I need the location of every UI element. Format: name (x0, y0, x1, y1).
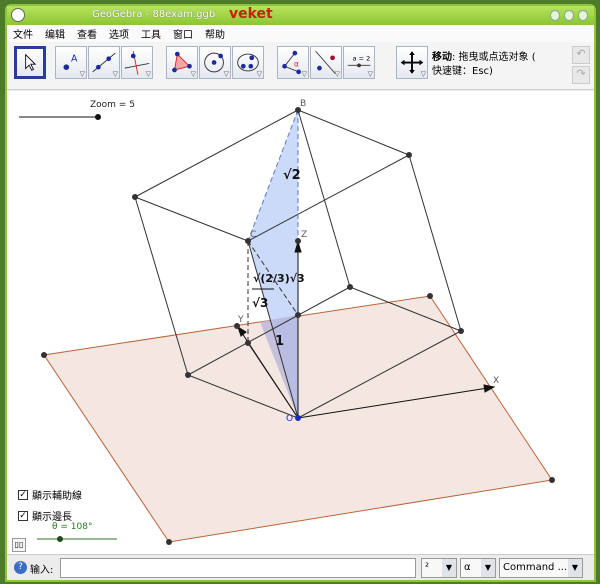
point-label-o: O (286, 414, 293, 424)
line-tool-button[interactable]: ▽ (88, 46, 120, 79)
watermark: veket (229, 6, 273, 22)
menu-window[interactable]: 窗口 (173, 26, 193, 41)
theta-slider-handle[interactable] (57, 536, 63, 542)
point-label-x: X (493, 376, 499, 386)
length-one: 1 (275, 334, 284, 349)
checkbox-label: 顯示邊長 (32, 512, 72, 523)
geometry-drawing[interactable]: B C Z Y X O √2 √(2/3)√3 √3 1 Zoom = 5 θ … (7, 91, 594, 554)
zoom-slider-handle[interactable] (95, 114, 101, 120)
input-label: 输入: (30, 565, 54, 576)
slider-tool-button[interactable]: a = 2 ▽ (343, 46, 375, 79)
input-bar: ? 输入: ² ▼ α ▼ Command ... ▼ (7, 554, 594, 580)
point-label-y: Y (237, 315, 244, 325)
menu-file[interactable]: 文件 (13, 26, 33, 41)
geogebra-window: GeoGebra - 88exam.ggb veket 文件 编辑 查看 选项 … (5, 4, 596, 582)
help-icon[interactable]: ? (14, 561, 27, 574)
point-label-c: C (250, 230, 256, 240)
superscript-dropdown[interactable]: ² ▼ (421, 558, 457, 578)
checkbox-show-lengths[interactable]: ✓ 顯示邊長 (18, 508, 72, 523)
point-label-b: B (300, 99, 306, 109)
command-value: Command ... (503, 562, 568, 573)
menu-options[interactable]: 选项 (109, 26, 129, 41)
move-view-tool-button[interactable]: ▽ (396, 46, 428, 79)
chevron-down-icon[interactable]: ▼ (568, 559, 582, 577)
chevron-down-icon[interactable]: ▼ (481, 559, 495, 577)
menu-bar: 文件 编辑 查看 选项 工具 窗口 帮助 (7, 25, 594, 42)
circle-tool-button[interactable]: ▽ (199, 46, 231, 79)
length-co-numerator: √(2/3)√3 (253, 272, 305, 285)
tool-help-text: : 拖曳或点选对象 ( (452, 52, 536, 63)
toolbar: A ▽ ▽ ▽ ▽ ▽ ▽ α ▽ ▽ a = 2 ▽ ▽ 移动: 拖曳或点选对象 (… (7, 42, 594, 90)
zoom-slider-label: Zoom = 5 (90, 100, 135, 110)
tool-help-title: 移动 (432, 52, 452, 63)
command-input[interactable] (60, 558, 416, 578)
length-co-denominator: √3 (252, 296, 268, 310)
arrow-cursor-icon (25, 53, 37, 71)
minimize-button[interactable] (550, 10, 560, 21)
window-title: GeoGebra - 88exam.ggb (92, 9, 216, 20)
move-tool-button[interactable] (14, 46, 46, 79)
checkbox-icon[interactable]: ✓ (18, 510, 28, 521)
greek-value: α (464, 562, 471, 573)
menu-edit[interactable]: 编辑 (45, 26, 65, 41)
menu-view[interactable]: 查看 (77, 26, 97, 41)
conic-tool-button[interactable]: ▽ (232, 46, 264, 79)
checkbox-icon[interactable]: ✓ (18, 489, 28, 500)
point-tool-button[interactable]: A ▽ (55, 46, 87, 79)
point-label-z: Z (301, 230, 307, 240)
reflect-tool-button[interactable]: ▽ (310, 46, 342, 79)
redo-button[interactable]: ↷ (572, 66, 590, 84)
theta-slider-label: θ = 108° (52, 522, 92, 532)
superscript-value: ² (425, 562, 430, 573)
pause-animation-button[interactable]: ▯▯ (12, 538, 26, 552)
polygon-tool-button[interactable]: ▽ (166, 46, 198, 79)
checkbox-label: 顯示輔助線 (32, 491, 82, 502)
graphics-view[interactable]: B C Z Y X O √2 √(2/3)√3 √3 1 Zoom = 5 θ … (7, 91, 594, 554)
command-dropdown[interactable]: Command ... ▼ (499, 558, 583, 578)
menu-help[interactable]: 帮助 (205, 26, 225, 41)
greek-dropdown[interactable]: α ▼ (460, 558, 496, 578)
chevron-down-icon[interactable]: ▼ (442, 559, 456, 577)
checkbox-show-auxiliary[interactable]: ✓ 顯示輔助線 (18, 487, 82, 502)
angle-tool-button[interactable]: α ▽ (277, 46, 309, 79)
slider-icon-label: a = 2 (352, 55, 370, 63)
tool-help-shortcut: 快速键：Esc) (432, 66, 493, 77)
perpendicular-tool-button[interactable]: ▽ (121, 46, 153, 79)
tool-help: 移动: 拖曳或点选对象 ( 快速键：Esc) (432, 51, 536, 79)
svg-text:α: α (294, 59, 299, 68)
maximize-button[interactable] (564, 10, 574, 21)
svg-text:A: A (71, 54, 78, 65)
close-button[interactable] (578, 10, 588, 21)
length-bc: √2 (283, 168, 301, 183)
menu-tools[interactable]: 工具 (141, 26, 161, 41)
undo-button[interactable]: ↶ (572, 46, 590, 64)
geogebra-logo-icon (11, 8, 25, 22)
title-bar: GeoGebra - 88exam.ggb veket (7, 6, 594, 25)
